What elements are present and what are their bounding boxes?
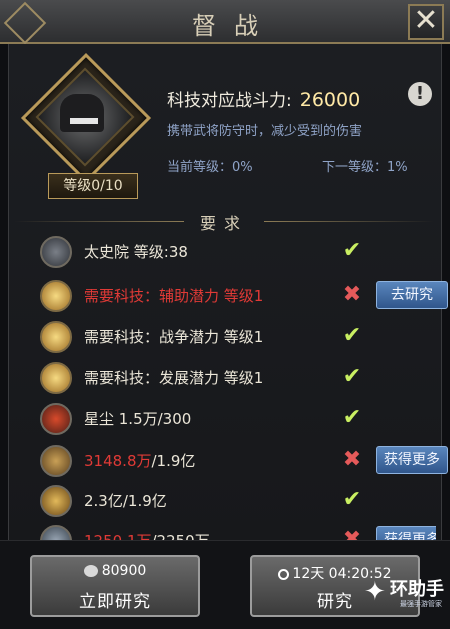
power-line: 科技对应战斗力: 26000 xyxy=(167,86,360,111)
req-row-war-tech: 需要科技：战争潜力 等级1 ✔ xyxy=(36,318,436,356)
star-icon: ✦ xyxy=(364,577,386,607)
tech-description: 携带武将防守时，减少受到的伤害 xyxy=(167,124,363,139)
req-row-resource: 3148.8万/1.9亿 ✖ 获得更多 xyxy=(36,442,448,480)
check-icon: ✔ xyxy=(342,487,362,512)
check-icon: ✔ xyxy=(342,238,362,263)
check-icon: ✔ xyxy=(342,405,362,430)
page-title: 督战 xyxy=(192,12,276,40)
info-icon[interactable]: ! xyxy=(408,82,432,106)
next-level: 下一等级：1% xyxy=(322,160,408,175)
close-button[interactable]: ✕ xyxy=(408,4,444,40)
ore-icon xyxy=(40,525,72,540)
req-row-taishiyuan: 太史院 等级:38 ✔ xyxy=(36,233,436,271)
clock-icon xyxy=(278,568,290,580)
req-row-dev-tech: 需要科技：发展潜力 等级1 ✔ xyxy=(36,359,436,397)
cross-icon: ✖ xyxy=(342,447,362,472)
go-research-button[interactable]: 去研究 xyxy=(376,281,448,309)
action-bar: 80900 立即研究 12天 04:20:52 研究 ✦ 环助手 最强手游管家 xyxy=(0,540,450,629)
book-icon xyxy=(40,362,72,394)
get-more-button[interactable]: 获得更多 xyxy=(376,446,448,474)
req-row-ore: 1250.1万/2250万 ✖ 获得更多 xyxy=(36,522,436,540)
instant-cost: 80900 xyxy=(101,563,147,579)
check-icon: ✔ xyxy=(342,364,362,389)
coin-icon xyxy=(83,565,98,577)
tech-emblem xyxy=(20,52,152,184)
watermark-logo: ✦ 环助手 最强手游管家 xyxy=(364,577,444,608)
requirements-header: 要求 xyxy=(14,210,434,234)
title-bar: 督战 ✕ xyxy=(0,0,450,45)
tank-icon xyxy=(60,94,104,132)
req-row-support-tech: 需要科技：辅助潜力 等级1 ✖ 去研究 xyxy=(36,277,448,315)
book-icon xyxy=(40,321,72,353)
current-level: 当前等级：0% xyxy=(167,160,253,175)
cross-icon: ✖ xyxy=(342,527,362,541)
power-label: 科技对应战斗力: xyxy=(167,91,292,111)
stardust-icon xyxy=(40,403,72,435)
power-value: 26000 xyxy=(299,89,361,111)
building-icon xyxy=(40,236,72,268)
book-icon xyxy=(40,280,72,312)
resource-icon xyxy=(40,445,72,477)
instant-research-button[interactable]: 80900 立即研究 xyxy=(30,555,200,617)
level-badge: 等级0/10 xyxy=(48,173,138,199)
check-icon: ✔ xyxy=(342,323,362,348)
req-row-stardust: 星尘 1.5万/300 ✔ xyxy=(36,400,436,438)
get-more-button[interactable]: 获得更多 xyxy=(376,526,436,540)
cross-icon: ✖ xyxy=(342,282,362,307)
close-icon: ✕ xyxy=(413,3,439,38)
req-row-food: 2.3亿/1.9亿 ✔ xyxy=(36,482,436,520)
wheat-icon xyxy=(40,485,72,517)
